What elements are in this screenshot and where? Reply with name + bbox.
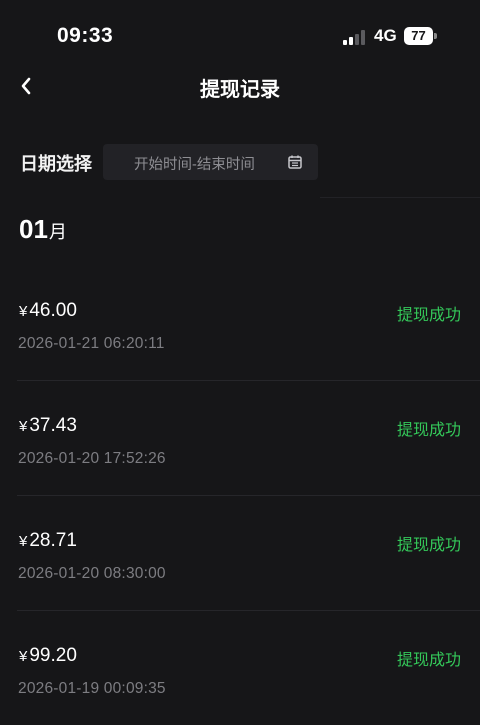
list-item[interactable]: ¥37.43 2026-01-20 17:52:26 提现成功 (0, 415, 480, 530)
date-range-picker[interactable]: 开始时间-结束时间 (103, 144, 318, 180)
back-button[interactable] (8, 68, 44, 104)
currency-symbol: ¥ (19, 648, 28, 665)
divider (320, 197, 480, 198)
record-amount: ¥37.43 (19, 415, 77, 437)
record-datetime: 2026-01-20 08:30:00 (18, 565, 166, 582)
chevron-left-icon (21, 77, 31, 95)
status-badge: 提现成功 (396, 307, 461, 324)
month-number: 01 (19, 214, 48, 244)
withdrawal-records-page: 09:33 4G 77 提现记录 日期选择 开始时间-结束时间 01月 ¥ 46… (0, 0, 480, 725)
amount-value: 37.43 (29, 415, 77, 436)
status-badge: 提现成功 (396, 652, 461, 669)
record-datetime: 2026-01-19 00:09:35 (18, 680, 166, 697)
signal-icon (343, 30, 367, 45)
currency-symbol: ¥ (19, 533, 28, 550)
divider (17, 610, 480, 611)
currency-symbol: ¥ (19, 418, 28, 435)
currency-symbol: ¥ (19, 303, 28, 320)
calendar-icon (288, 155, 302, 169)
page-title: 提现记录 (200, 79, 280, 101)
month-unit: 月 (48, 222, 67, 242)
amount-value: 46.00 (29, 300, 77, 321)
amount-value: 99.20 (29, 645, 77, 666)
battery-icon: 77 (404, 27, 437, 45)
battery-level: 77 (404, 27, 433, 45)
month-header: 01月 (19, 214, 67, 245)
record-datetime: 2026-01-20 17:52:26 (18, 450, 166, 467)
nav-bar: 提现记录 (0, 60, 480, 112)
list-item[interactable]: ¥46.00 2026-01-21 06:20:11 提现成功 (0, 300, 480, 415)
record-amount: ¥99.20 (19, 645, 77, 667)
status-badge: 提现成功 (396, 537, 461, 554)
divider (17, 380, 480, 381)
record-datetime: 2026-01-21 06:20:11 (18, 335, 165, 352)
status-badge: 提现成功 (396, 422, 461, 439)
date-filter-label: 日期选择 (20, 154, 92, 174)
date-range-placeholder: 开始时间-结束时间 (134, 157, 255, 173)
record-amount: ¥46.00 (19, 300, 77, 322)
list-item[interactable]: ¥99.20 2026-01-19 00:09:35 提现成功 (0, 645, 480, 725)
network-label: 4G (374, 26, 397, 45)
amount-value: 28.71 (29, 530, 77, 551)
record-amount: ¥28.71 (19, 530, 77, 552)
divider (17, 495, 480, 496)
list-item[interactable]: ¥28.71 2026-01-20 08:30:00 提现成功 (0, 530, 480, 645)
status-time: 09:33 (57, 24, 114, 47)
